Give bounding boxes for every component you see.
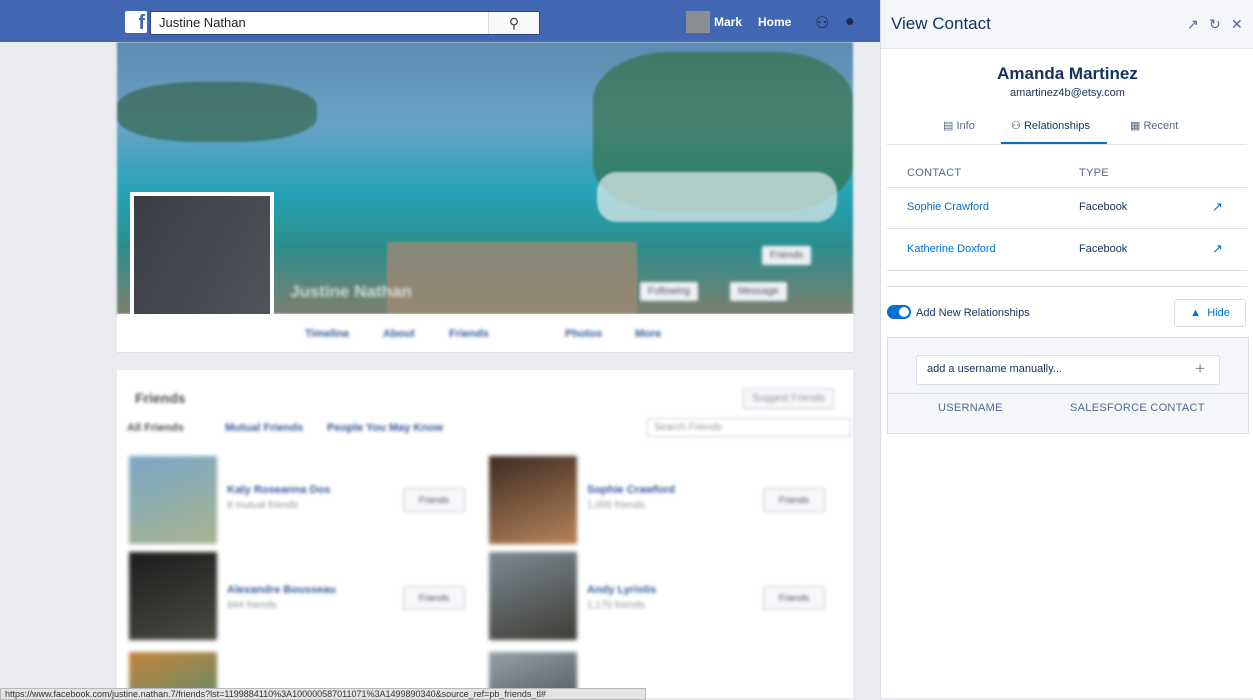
popout-icon[interactable]: ↗ [1187, 16, 1199, 33]
tab-recent[interactable]: ▦ Recent [1130, 119, 1178, 132]
panel-header: View Contact ↗ ↻ ✕ [881, 0, 1253, 49]
friends-heading: Friends [135, 390, 186, 406]
friends-section: Friends Suggest Friends All Friends Mutu… [117, 370, 853, 698]
search-friends-field[interactable]: Search Friends [647, 418, 851, 437]
contact-name: Amanda Martinez [997, 64, 1138, 83]
username-input-wrapper[interactable]: + [916, 355, 1220, 385]
friend-name[interactable]: Alexandre Bousseau [227, 584, 336, 596]
friend-button[interactable]: Friends [763, 488, 825, 512]
external-link-icon[interactable]: ↗ [1212, 241, 1223, 257]
divider [887, 228, 1247, 229]
friend-meta: 1,170 friends [587, 600, 645, 611]
friend-requests-icon[interactable]: ⚇ [815, 13, 829, 33]
cover-message-button[interactable]: Message [730, 282, 787, 301]
browser-status-url: https://www.facebook.com/justine.nathan.… [0, 688, 646, 700]
friend-button[interactable]: Friends [763, 586, 825, 610]
friend-thumb[interactable] [489, 552, 577, 640]
calendar-icon: ▦ [1130, 120, 1141, 132]
tab-relationships-label: Relationships [1023, 120, 1090, 132]
username-input[interactable] [917, 356, 1197, 382]
tab-recent-label: Recent [1143, 120, 1179, 132]
cover-following-button[interactable]: Following [640, 282, 699, 301]
avatar[interactable] [686, 11, 710, 33]
add-relationship-panel: + USERNAME SALESFORCE CONTACT [887, 337, 1249, 434]
tab-timeline[interactable]: Timeline [305, 328, 349, 340]
friend-button[interactable]: Friends [403, 586, 465, 610]
view-contact-panel: View Contact ↗ ↻ ✕ Amanda Martinez amart… [880, 0, 1253, 698]
col-type: TYPE [1079, 167, 1109, 179]
cover-trees [117, 82, 317, 142]
fb-search-text[interactable]: Justine Nathan [159, 15, 246, 30]
info-icon: ▤ [943, 120, 954, 132]
filter-all-friends[interactable]: All Friends [127, 422, 184, 434]
relationship-type: Facebook [1079, 243, 1128, 255]
tab-info-label: Info [956, 120, 975, 132]
friend-thumb[interactable] [129, 456, 217, 544]
cover-boat [597, 172, 837, 222]
tab-relationships[interactable]: ⚇ Relationships [1011, 119, 1090, 132]
tab-photos[interactable]: Photos [565, 328, 602, 340]
col-salesforce-contact: SALESFORCE CONTACT [1070, 402, 1205, 414]
relationship-contact-link[interactable]: Sophie Crawford [907, 201, 989, 213]
friend-name[interactable]: Sophie Crawford [587, 484, 675, 496]
col-contact: CONTACT [907, 167, 962, 179]
fb-search-box[interactable]: Justine Nathan ⚲ [150, 11, 540, 35]
relationship-contact-link[interactable]: Katherine Doxford [907, 243, 996, 255]
hide-label: Hide [1207, 307, 1230, 319]
friend-meta: 1,000 friends [587, 500, 645, 511]
friend-meta: 844 friends [227, 600, 277, 611]
friend-meta: 8 mutual friends [227, 500, 299, 511]
contact-email: amartinez4b@etsy.com [1010, 87, 1125, 99]
external-link-icon[interactable]: ↗ [1212, 199, 1223, 215]
relationships-icon: ⚇ [1011, 120, 1021, 132]
facebook-logo-icon[interactable]: f [125, 11, 147, 34]
suggest-friends-button[interactable]: Suggest Friends [743, 388, 834, 409]
refresh-icon[interactable]: ↻ [1209, 16, 1221, 33]
fb-profile-tabs: Timeline About Friends Photos More [117, 314, 853, 353]
tab-friends[interactable]: Friends [449, 328, 489, 340]
add-relationships-toggle[interactable] [887, 305, 911, 319]
friend-name[interactable]: Katy Roseanna Dos [227, 484, 330, 496]
fb-home-link[interactable]: Home [758, 15, 791, 29]
fb-user-link[interactable]: Mark [714, 15, 742, 29]
divider [887, 187, 1247, 188]
hide-button[interactable]: ▲ Hide [1174, 299, 1246, 327]
plus-icon[interactable]: + [1195, 359, 1205, 379]
tab-more[interactable]: More [635, 328, 661, 340]
fb-topbar: f Justine Nathan ⚲ Mark Home ⚇ ● [0, 0, 880, 42]
relationship-type: Facebook [1079, 201, 1128, 213]
friend-name[interactable]: Andy Lyristis [587, 584, 656, 596]
divider [888, 393, 1248, 394]
divider [887, 270, 1247, 271]
friend-thumb[interactable] [129, 552, 217, 640]
tab-about[interactable]: About [383, 328, 415, 340]
messenger-icon[interactable]: ● [845, 13, 855, 31]
cover-dock [387, 242, 637, 314]
divider [887, 144, 1247, 145]
cover-friends-button[interactable]: Friends [762, 246, 812, 265]
close-icon[interactable]: ✕ [1231, 16, 1243, 33]
col-username: USERNAME [938, 402, 1003, 414]
tab-info[interactable]: ▤ Info [943, 119, 975, 132]
add-relationships-label: Add New Relationships [916, 307, 1030, 319]
panel-title: View Contact [891, 14, 991, 33]
divider [887, 286, 1247, 287]
friend-thumb[interactable] [489, 456, 577, 544]
triangle-up-icon: ▲ [1190, 307, 1202, 319]
filter-mutual-friends[interactable]: Mutual Friends [225, 422, 303, 434]
search-icon[interactable]: ⚲ [488, 12, 539, 34]
profile-name[interactable]: Justine Nathan [290, 282, 412, 302]
friend-button[interactable]: Friends [403, 488, 465, 512]
filter-people-you-may-know[interactable]: People You May Know [327, 422, 443, 434]
